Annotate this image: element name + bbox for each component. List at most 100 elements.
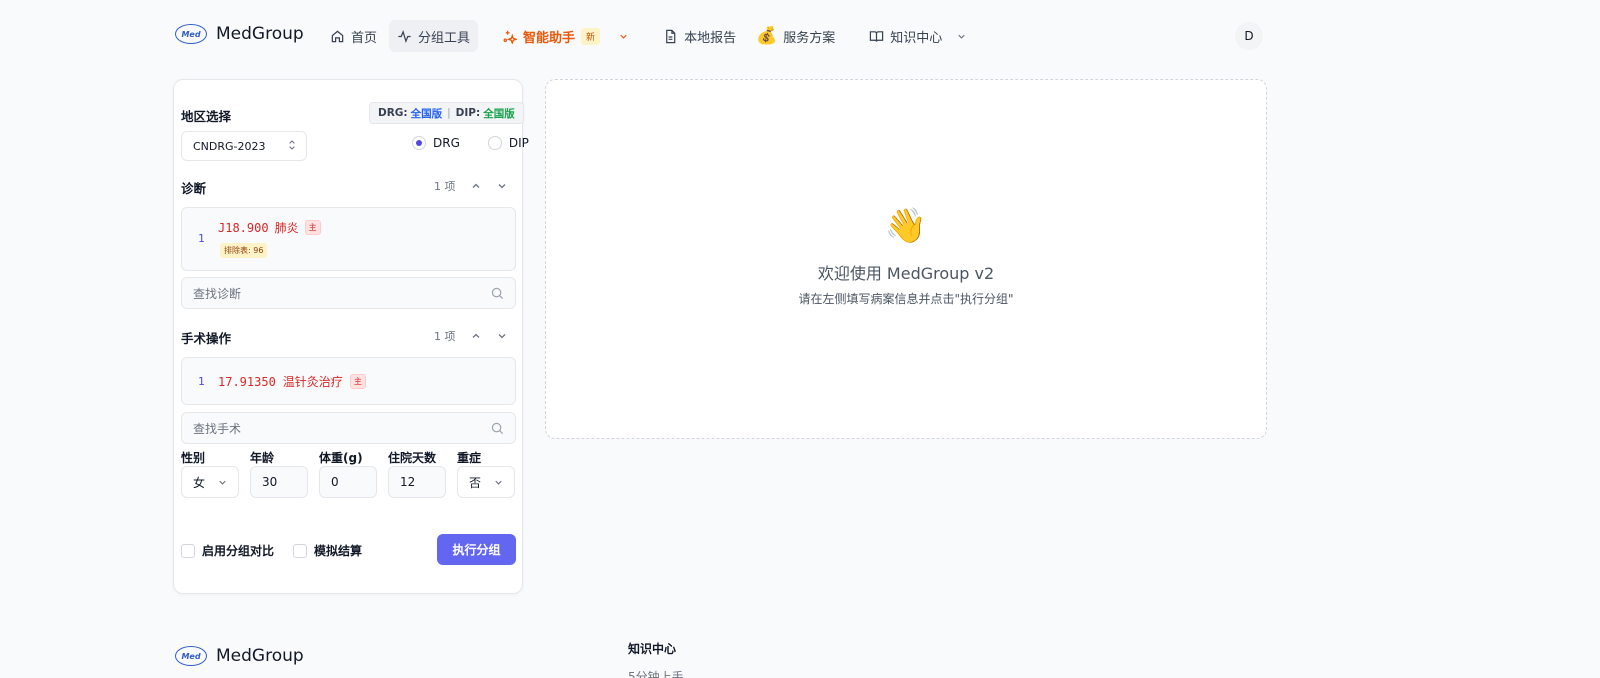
exclusion-tag: 排除表: 96 <box>220 243 268 258</box>
version-badge: DRG: 全国版 | DIP: 全国版 <box>369 102 524 124</box>
main-procedure-tag: 主 <box>349 374 366 389</box>
nav-ai-assistant[interactable]: 智能助手 新 <box>494 20 637 52</box>
nav-service-label: 服务方案 <box>783 30 836 46</box>
nav-group-tools[interactable]: 分组工具 <box>389 20 479 52</box>
severe-select[interactable]: 否 <box>457 466 515 498</box>
drg-version-value: 全国版 <box>410 107 443 120</box>
money-bag-icon: 💰 <box>756 26 778 46</box>
welcome-subtitle: 请在左侧填写病案信息并点击"执行分组" <box>798 292 1014 306</box>
radio-dip[interactable]: DIP <box>487 136 529 150</box>
home-icon <box>331 30 344 42</box>
chevron-down-icon[interactable] <box>956 31 967 42</box>
logo-badge-icon: Med <box>175 646 207 666</box>
nav-knowledge[interactable]: 知识中心 <box>861 20 975 52</box>
days-value: 12 <box>400 475 416 489</box>
search-icon <box>491 287 504 300</box>
compare-option[interactable]: 启用分组对比 <box>181 542 274 559</box>
simulate-checkbox[interactable] <box>293 543 307 558</box>
logo-badge-icon: Med <box>175 24 207 44</box>
weight-input[interactable]: 0 <box>319 466 377 498</box>
compare-label: 启用分组对比 <box>202 544 275 558</box>
procedure-list: 1 17.91350 温针灸治疗 主 <box>181 357 516 405</box>
diagnosis-list: 1 J18.900 肺炎 主 排除表: 96 <box>181 207 516 271</box>
grouping-form-panel: 地区选择 DRG: 全国版 | DIP: 全国版 CNDRG-2023 DRG … <box>173 79 529 594</box>
top-header: Med MedGroup 首页 分组工具 智能助手 新 本地报告 💰 服务方案 … <box>0 0 1600 72</box>
radio-dip-dot[interactable] <box>487 136 502 150</box>
chevron-down-icon <box>495 480 502 485</box>
procedure-count-controls: 1 项 <box>434 328 508 344</box>
drg-version-label: DRG: <box>378 107 408 119</box>
gender-select[interactable]: 女 <box>181 466 239 498</box>
procedure-search-input[interactable]: 查找手术 <box>181 412 516 444</box>
diagnosis-entry: J18.900 肺炎 主 <box>218 219 321 236</box>
nav-group-tools-label: 分组工具 <box>418 30 471 46</box>
brand-name: MedGroup <box>216 24 304 44</box>
footer-brand-name: MedGroup <box>216 646 304 666</box>
brand-logo[interactable]: Med MedGroup <box>175 24 304 44</box>
region-select-label: 地区选择 <box>181 109 232 124</box>
main-nav: 首页 分组工具 智能助手 新 本地报告 💰 服务方案 知识中心 <box>322 20 975 52</box>
waving-hand-icon: 👋 <box>884 206 928 246</box>
procedure-search-placeholder: 查找手术 <box>193 421 242 436</box>
chevron-down-icon[interactable] <box>618 31 629 42</box>
severe-value: 否 <box>469 475 482 490</box>
chevron-down-icon[interactable] <box>496 330 508 342</box>
region-select-value: CNDRG-2023 <box>193 139 266 153</box>
chevron-up-down-icon <box>289 140 295 150</box>
simulate-label: 模拟结算 <box>314 544 363 558</box>
welcome-title: 欢迎使用 MedGroup v2 <box>817 264 995 283</box>
nav-local-report[interactable]: 本地报告 <box>655 20 744 52</box>
compare-checkbox[interactable] <box>181 543 195 558</box>
new-badge: 新 <box>581 27 601 45</box>
nav-knowledge-label: 知识中心 <box>890 30 943 46</box>
days-input[interactable]: 12 <box>388 466 446 498</box>
diagnosis-code: J18.900 <box>218 220 269 235</box>
procedure-code: 17.91350 <box>218 374 276 389</box>
nav-ai-label: 智能助手 <box>523 30 576 46</box>
footer-brand-logo[interactable]: Med MedGroup <box>175 646 304 666</box>
radio-drg-dot[interactable] <box>412 136 426 150</box>
nav-local-report-label: 本地报告 <box>684 30 737 46</box>
gender-label: 性别 <box>181 451 206 465</box>
weight-value: 0 <box>331 475 339 489</box>
sparkle-icon <box>503 30 518 44</box>
footer-link-quickstart[interactable]: 5分钟上手 <box>628 668 684 678</box>
nav-home-label: 首页 <box>351 30 378 46</box>
main-diagnosis-tag: 主 <box>304 220 321 235</box>
run-grouping-button[interactable]: 执行分组 <box>437 534 516 565</box>
procedure-count: 1 项 <box>434 330 456 343</box>
nav-service-plan[interactable]: 💰 服务方案 <box>748 20 843 52</box>
book-open-icon <box>870 30 884 42</box>
results-empty-state: 👋 欢迎使用 MedGroup v2 请在左侧填写病案信息并点击"执行分组" <box>545 79 1267 439</box>
footer-knowledge-title: 知识中心 <box>628 642 677 656</box>
severe-label: 重症 <box>457 451 482 465</box>
file-icon <box>666 29 676 43</box>
chevron-up-icon[interactable] <box>470 330 482 342</box>
gender-value: 女 <box>193 475 206 490</box>
procedure-entry: 17.91350 温针灸治疗 主 <box>218 373 366 390</box>
user-avatar[interactable]: D <box>1235 22 1263 50</box>
version-separator: | <box>447 107 451 119</box>
chevron-up-icon[interactable] <box>470 180 482 192</box>
age-input[interactable]: 30 <box>250 466 308 498</box>
weight-label: 体重(g) <box>319 451 363 465</box>
simulate-option[interactable]: 模拟结算 <box>293 542 362 559</box>
procedure-title: 手术操作 <box>181 331 232 346</box>
search-icon <box>491 422 504 435</box>
diagnosis-search-input[interactable]: 查找诊断 <box>181 277 516 309</box>
activity-icon <box>398 29 411 43</box>
age-label: 年龄 <box>250 451 275 465</box>
nav-home[interactable]: 首页 <box>322 20 385 52</box>
procedure-index: 1 <box>198 375 205 388</box>
diagnosis-name: 肺炎 <box>274 221 299 235</box>
procedure-name: 温针灸治疗 <box>282 375 343 389</box>
age-value: 30 <box>262 475 278 489</box>
chevron-down-icon[interactable] <box>496 180 508 192</box>
diagnosis-count-controls: 1 项 <box>434 178 508 194</box>
radio-drg[interactable]: DRG <box>412 136 460 150</box>
region-select[interactable]: CNDRG-2023 <box>181 131 307 161</box>
chevron-down-icon <box>219 480 226 485</box>
diagnosis-count: 1 项 <box>434 180 456 193</box>
dip-version-label: DIP: <box>455 107 481 119</box>
days-label: 住院天数 <box>388 451 437 465</box>
